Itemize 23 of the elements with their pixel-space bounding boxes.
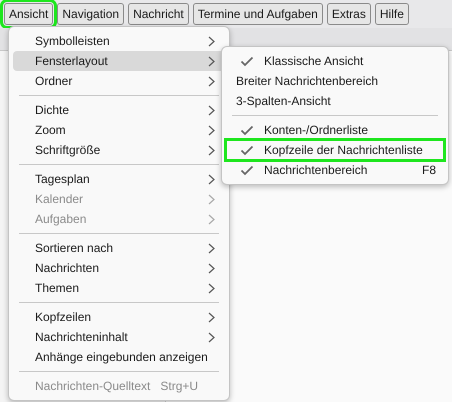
menu-item[interactable]: Nachrichteninhalt bbox=[13, 327, 225, 347]
menu-item[interactable]: Anhänge eingebunden anzeigen bbox=[13, 347, 225, 367]
menu-item[interactable]: 3-Spalten-Ansicht bbox=[226, 91, 444, 111]
menu-item[interactable]: Ordner bbox=[13, 71, 225, 91]
menu-bar-item[interactable]: Termine und Aufgaben bbox=[192, 3, 323, 25]
menu-item[interactable]: Dichte bbox=[13, 100, 225, 120]
menu-bar-item[interactable]: Hilfe bbox=[374, 3, 409, 25]
menu-item[interactable]: Themen bbox=[13, 278, 225, 298]
menu-bar-item[interactable]: Extras bbox=[326, 3, 371, 25]
menu-item[interactable]: Kopfzeilen bbox=[13, 307, 225, 327]
menu-item[interactable]: Schriftgröße bbox=[13, 140, 225, 160]
menu-item[interactable]: Konten-/Ordnerliste bbox=[226, 120, 444, 140]
menu-item[interactable]: Klassische Ansicht bbox=[226, 51, 444, 71]
menu-item[interactable]: Nachrichtenbereich F8 bbox=[226, 160, 444, 180]
menu-item[interactable]: Zoom bbox=[13, 120, 225, 140]
menu-item[interactable]: Kopfzeile der Nachrichtenliste bbox=[226, 140, 444, 160]
menu-item[interactable]: Breiter Nachrichtenbereich bbox=[226, 71, 444, 91]
menu-bar-item[interactable]: Nachricht bbox=[128, 3, 189, 25]
menu-item[interactable]: Symbolleisten bbox=[13, 31, 225, 51]
menu-bar-item[interactable]: Navigation bbox=[57, 3, 124, 25]
menu-item[interactable]: Nachrichten bbox=[13, 258, 225, 278]
menu-item[interactable]: Tagesplan bbox=[13, 169, 225, 189]
menu-item[interactable]: Sortieren nach bbox=[13, 238, 225, 258]
